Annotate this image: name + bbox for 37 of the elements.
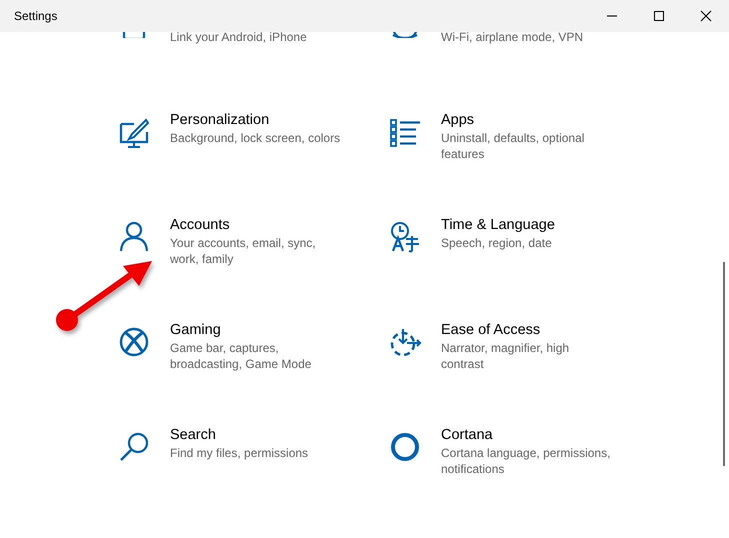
scrollbar[interactable] [723, 262, 725, 466]
category-description: Cortana language, permissions, notifications [441, 445, 612, 477]
category-description: Background, lock screen, colors [170, 130, 340, 146]
category-item[interactable]: Wi-Fi, airplane mode, VPN [389, 32, 689, 111]
category-description: Link your Android, iPhone [170, 29, 307, 45]
window-title: Settings [13, 9, 58, 23]
category-item[interactable]: Accounts Your accounts, email, sync, work, family [118, 216, 389, 321]
close-icon [700, 10, 712, 22]
category-description: Uninstall, defaults, optional features [441, 130, 586, 162]
category-item[interactable]: Link your Android, iPhone [118, 32, 389, 111]
category-item[interactable]: Gaming Game bar, captures, broadcasting, Game Mode [118, 321, 389, 426]
maximize-icon [652, 10, 664, 22]
search-icon [118, 430, 151, 463]
category-item[interactable]: Cortana Cortana language, permissions, notifications [389, 426, 689, 531]
category-description: Game bar, captures, broadcasting, Game Mode [170, 340, 312, 372]
category-title: Accounts [170, 216, 231, 235]
person-icon [118, 220, 151, 253]
category-description: Your accounts, email, sync, work, family [170, 235, 317, 267]
category-title: Gaming [170, 321, 222, 340]
category-item[interactable]: Ease of Access Narrator, magnifier, high contrast [389, 321, 689, 426]
category-title: Apps [441, 111, 476, 130]
clock-letters-icon [389, 220, 422, 253]
category-description: Find my files, permissions [170, 445, 308, 461]
category-item[interactable]: Time & Language Speech, region, date [389, 216, 689, 321]
category-description: Wi-Fi, airplane mode, VPN [441, 29, 584, 45]
category-item[interactable]: Apps Uninstall, defaults, optional features [389, 111, 689, 216]
x-circle-icon [118, 325, 151, 358]
category-title: Personalization [170, 111, 270, 130]
category-title: Search [170, 426, 217, 445]
category-item[interactable]: Personalization Background, lock screen, colors [118, 111, 389, 216]
ring-icon [389, 430, 422, 463]
category-description: Narrator, magnifier, high contrast [441, 340, 570, 372]
category-item[interactable]: Search Find my files, permissions [118, 426, 389, 531]
category-title: Ease of Access [441, 321, 542, 340]
category-title: Time & Language [441, 216, 555, 235]
category-title: Cortana [441, 426, 494, 445]
category-description: Speech, region, date [441, 235, 553, 251]
